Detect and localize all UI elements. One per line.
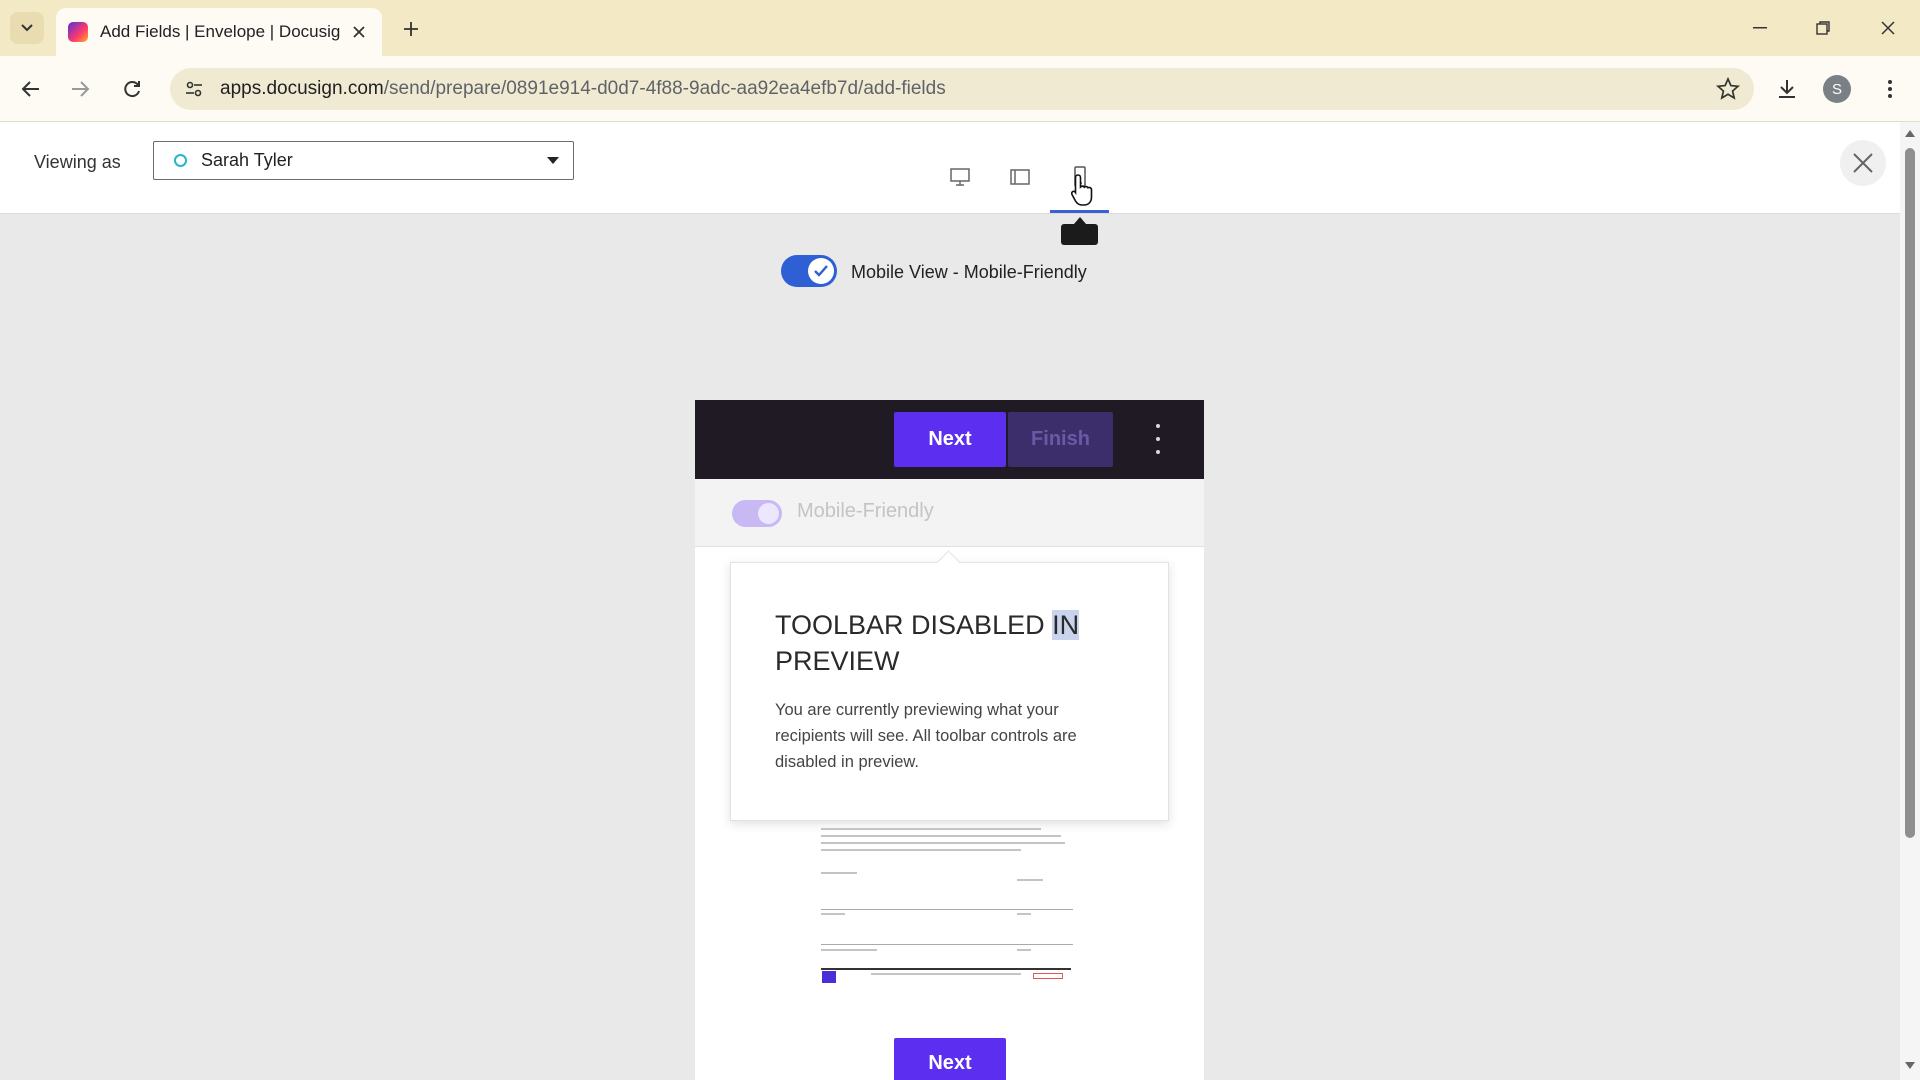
check-icon bbox=[814, 265, 828, 277]
docusign-favicon-icon bbox=[68, 22, 88, 42]
window-restore-button[interactable] bbox=[1803, 12, 1843, 44]
tune-icon bbox=[186, 81, 202, 97]
viewing-as-label: Viewing as bbox=[34, 152, 121, 172]
close-icon bbox=[353, 26, 365, 38]
mobile-view-toggle-label: Mobile View - Mobile-Friendly bbox=[851, 262, 1087, 282]
monitor-icon bbox=[950, 168, 970, 186]
tooltip bbox=[1061, 217, 1098, 245]
reload-button[interactable] bbox=[115, 72, 149, 106]
downloads-button[interactable] bbox=[1770, 72, 1804, 106]
tablet-view-button[interactable] bbox=[1005, 162, 1035, 192]
restore-icon bbox=[1816, 21, 1830, 35]
more-vert-icon bbox=[1888, 80, 1892, 98]
document-text-line bbox=[821, 872, 857, 874]
scroll-thumb[interactable] bbox=[1905, 148, 1915, 838]
arrow-left-icon bbox=[21, 81, 39, 97]
tablet-icon bbox=[1010, 169, 1030, 185]
bookmark-star-button[interactable] bbox=[1715, 76, 1741, 101]
new-tab-button[interactable] bbox=[396, 14, 426, 44]
active-view-indicator bbox=[1050, 210, 1109, 213]
forward-button[interactable] bbox=[63, 72, 97, 106]
minimize-icon bbox=[1753, 27, 1767, 29]
browser-tab-bar: Add Fields | Envelope | Docusign bbox=[0, 0, 1920, 56]
mobile-view-toggle[interactable] bbox=[781, 255, 837, 287]
dot-icon bbox=[1156, 437, 1160, 441]
mobile-friendly-label: Mobile-Friendly bbox=[797, 500, 934, 522]
mobile-friendly-toggle[interactable] bbox=[732, 500, 782, 527]
mobile-friendly-row: Mobile-Friendly bbox=[695, 479, 1204, 547]
close-icon bbox=[1853, 153, 1873, 173]
window-close-button[interactable] bbox=[1868, 12, 1908, 44]
document-text-line bbox=[821, 949, 877, 951]
arrow-right-icon bbox=[72, 81, 90, 97]
site-info-button[interactable] bbox=[174, 68, 214, 110]
window-minimize-button[interactable] bbox=[1740, 12, 1780, 44]
document-text-line bbox=[821, 835, 1061, 837]
signing-toolbar: Next Finish bbox=[695, 400, 1204, 479]
document-text-line bbox=[1017, 879, 1043, 881]
star-icon bbox=[1715, 76, 1741, 100]
close-icon bbox=[1881, 21, 1895, 35]
next-button[interactable]: Next bbox=[894, 412, 1006, 467]
browser-tab-active[interactable]: Add Fields | Envelope | Docusign bbox=[56, 8, 382, 56]
finish-button[interactable]: Finish bbox=[1008, 412, 1113, 467]
toggle-knob bbox=[758, 503, 779, 524]
tab-close-button[interactable] bbox=[348, 21, 370, 43]
avatar: S bbox=[1823, 75, 1851, 103]
url-host: apps.docusign.com bbox=[220, 78, 384, 99]
dot-icon bbox=[1156, 424, 1160, 428]
popover-title-text: PREVIEW bbox=[775, 646, 900, 676]
toolbar-disabled-popover: TOOLBAR DISABLED IN PREVIEW You are curre… bbox=[730, 562, 1169, 821]
url-text: apps.docusign.com/send/prepare/0891e914-… bbox=[220, 78, 946, 100]
tab-search-button[interactable] bbox=[10, 12, 44, 44]
popover-title-text: TOOLBAR DISABLED bbox=[775, 610, 1053, 640]
popover-title: TOOLBAR DISABLED IN PREVIEW bbox=[775, 607, 1124, 679]
close-preview-button[interactable] bbox=[1840, 140, 1886, 186]
popover-body: You are currently previewing what your r… bbox=[775, 701, 1077, 771]
address-bar[interactable]: apps.docusign.com/send/prepare/0891e914-… bbox=[170, 68, 1754, 110]
document-text-line bbox=[1017, 913, 1031, 915]
document-text-line bbox=[871, 973, 1021, 975]
next-button-bottom[interactable]: Next bbox=[894, 1038, 1006, 1080]
preview-header: Viewing as Sarah Tyler bbox=[0, 122, 1900, 214]
more-options-button[interactable] bbox=[1150, 424, 1166, 454]
recipient-select[interactable]: Sarah Tyler bbox=[153, 141, 574, 180]
back-button[interactable] bbox=[14, 72, 48, 106]
download-icon bbox=[1779, 80, 1795, 98]
scroll-down-icon[interactable] bbox=[1905, 1062, 1915, 1069]
popover-title-highlight: IN bbox=[1052, 610, 1080, 640]
document-text-line bbox=[821, 842, 1065, 844]
scroll-up-icon[interactable] bbox=[1905, 130, 1915, 137]
document-text-line bbox=[821, 849, 1021, 851]
toggle-knob bbox=[808, 258, 834, 284]
desktop-view-button[interactable] bbox=[945, 162, 975, 192]
reload-icon bbox=[124, 81, 140, 98]
browser-menu-button[interactable] bbox=[1873, 72, 1907, 106]
plus-icon bbox=[404, 22, 418, 36]
url-path: /send/prepare/0891e914-d0d7-4f88-9adc-aa… bbox=[383, 78, 946, 99]
field-marker-icon bbox=[822, 971, 836, 983]
hand-pointer-icon bbox=[1070, 174, 1093, 206]
browser-toolbar: apps.docusign.com/send/prepare/0891e914-… bbox=[0, 56, 1920, 122]
mobile-preview-frame: Next Finish Mobile-Friendly TOOLBAR DISA… bbox=[695, 400, 1204, 1080]
tab-title: Add Fields | Envelope | Docusign bbox=[100, 22, 340, 41]
signature-line bbox=[821, 944, 1073, 945]
document-text-line bbox=[821, 828, 1041, 830]
recipient-status-dot bbox=[174, 154, 187, 167]
caret-down-icon bbox=[547, 157, 559, 164]
document-text-line bbox=[821, 913, 845, 915]
page-scrollbar[interactable] bbox=[1900, 122, 1920, 1080]
recipient-name: Sarah Tyler bbox=[201, 150, 293, 170]
dot-icon bbox=[1156, 450, 1160, 454]
signature-line bbox=[821, 909, 1073, 910]
document-page-thumbnail bbox=[821, 828, 1085, 988]
document-text-line bbox=[1017, 949, 1031, 951]
chevron-down-icon bbox=[21, 24, 33, 32]
profile-button[interactable]: S bbox=[1820, 72, 1854, 106]
document-divider bbox=[821, 968, 1071, 970]
required-field-box bbox=[1033, 973, 1063, 979]
